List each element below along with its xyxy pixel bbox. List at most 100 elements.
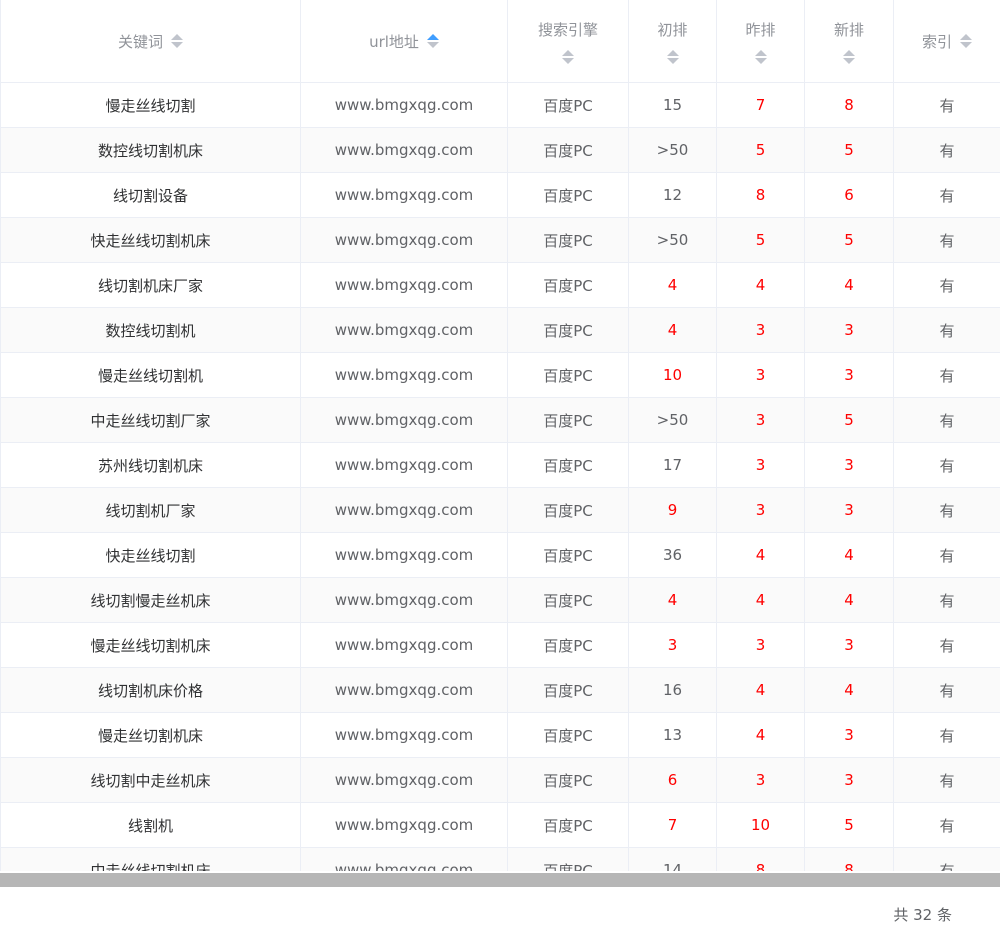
cell-initial-rank: 6	[628, 757, 717, 803]
cell-yesterday-rank: 3	[716, 622, 805, 668]
column-header-yesterday-rank[interactable]: 昨排	[716, 0, 805, 83]
cell-engine: 百度PC	[507, 397, 629, 443]
cell-index: 有	[893, 82, 1000, 128]
column-header-new-rank[interactable]: 新排	[804, 0, 894, 83]
column-header-url[interactable]: url地址	[300, 0, 508, 83]
cell-keyword: 中走丝线切割厂家	[0, 397, 301, 443]
sort-icon[interactable]	[754, 49, 767, 64]
cell-keyword: 线切割机床厂家	[0, 262, 301, 308]
scrollbar-thumb[interactable]	[0, 873, 1000, 887]
cell-keyword: 线切割机厂家	[0, 487, 301, 533]
cell-new-rank: 4	[804, 532, 894, 578]
cell-engine: 百度PC	[507, 442, 629, 488]
column-label-url: url地址	[369, 32, 419, 51]
cell-new-rank: 5	[804, 127, 894, 173]
cell-index: 有	[893, 712, 1000, 758]
cell-engine: 百度PC	[507, 802, 629, 848]
cell-yesterday-rank: 4	[716, 577, 805, 623]
table-header-row: 关键词 url地址 搜索引擎 初排 昨排 新排 索引	[0, 0, 1000, 83]
table-row[interactable]: 线切割机厂家 www.bmgxqg.com 百度PC 9 3 3 有	[0, 487, 1000, 533]
cell-initial-rank: 4	[628, 307, 717, 353]
cell-new-rank: 3	[804, 487, 894, 533]
sort-icon[interactable]	[562, 49, 574, 64]
cell-url: www.bmgxqg.com	[300, 127, 508, 173]
column-label-engine: 搜索引擎	[537, 20, 598, 39]
cell-engine: 百度PC	[507, 532, 629, 578]
cell-keyword: 快走丝线切割	[0, 532, 301, 578]
cell-index: 有	[893, 532, 1000, 578]
cell-yesterday-rank: 3	[716, 352, 805, 398]
cell-initial-rank: 13	[628, 712, 717, 758]
table-row[interactable]: 慢走丝切割机床 www.bmgxqg.com 百度PC 13 4 3 有	[0, 712, 1000, 758]
cell-yesterday-rank: 3	[716, 397, 805, 443]
cell-initial-rank: 7	[628, 802, 717, 848]
cell-url: www.bmgxqg.com	[300, 577, 508, 623]
cell-engine: 百度PC	[507, 622, 629, 668]
cell-keyword: 慢走丝线切割	[0, 82, 301, 128]
cell-url: www.bmgxqg.com	[300, 802, 508, 848]
table-row[interactable]: 线切割中走丝机床 www.bmgxqg.com 百度PC 6 3 3 有	[0, 757, 1000, 803]
cell-new-rank: 3	[804, 352, 894, 398]
cell-initial-rank: 10	[628, 352, 717, 398]
table-row[interactable]: 中走丝线切割机床 www.bmgxqg.com 百度PC 14 8 8 有	[0, 847, 1000, 871]
cell-engine: 百度PC	[507, 217, 629, 263]
cell-index: 有	[893, 442, 1000, 488]
cell-url: www.bmgxqg.com	[300, 442, 508, 488]
table-row[interactable]: 慢走丝线切割机床 www.bmgxqg.com 百度PC 3 3 3 有	[0, 622, 1000, 668]
sort-icon[interactable]	[960, 34, 972, 48]
cell-index: 有	[893, 847, 1000, 871]
cell-initial-rank: 15	[628, 82, 717, 128]
table-row[interactable]: 线切割设备 www.bmgxqg.com 百度PC 12 8 6 有	[0, 172, 1000, 218]
table-row[interactable]: 数控线切割机床 www.bmgxqg.com 百度PC >50 5 5 有	[0, 127, 1000, 173]
horizontal-scrollbar[interactable]	[0, 871, 1000, 889]
cell-url: www.bmgxqg.com	[300, 847, 508, 871]
cell-yesterday-rank: 3	[716, 487, 805, 533]
cell-new-rank: 3	[804, 442, 894, 488]
column-header-keyword[interactable]: 关键词	[0, 0, 301, 83]
cell-new-rank: 8	[804, 847, 894, 871]
table-row[interactable]: 线割机 www.bmgxqg.com 百度PC 7 10 5 有	[0, 802, 1000, 848]
table-row[interactable]: 线切割机床价格 www.bmgxqg.com 百度PC 16 4 4 有	[0, 667, 1000, 713]
sort-icon[interactable]	[666, 49, 679, 64]
table-row[interactable]: 线切割机床厂家 www.bmgxqg.com 百度PC 4 4 4 有	[0, 262, 1000, 308]
cell-engine: 百度PC	[507, 262, 629, 308]
column-header-engine[interactable]: 搜索引擎	[507, 0, 629, 83]
table-row[interactable]: 慢走丝线切割 www.bmgxqg.com 百度PC 15 7 8 有	[0, 82, 1000, 128]
cell-yesterday-rank: 3	[716, 307, 805, 353]
cell-yesterday-rank: 4	[716, 262, 805, 308]
cell-initial-rank: 16	[628, 667, 717, 713]
column-header-initial-rank[interactable]: 初排	[628, 0, 717, 83]
cell-initial-rank: >50	[628, 127, 717, 173]
sort-icon[interactable]	[171, 34, 183, 48]
cell-url: www.bmgxqg.com	[300, 622, 508, 668]
table-row[interactable]: 快走丝线切割机床 www.bmgxqg.com 百度PC >50 5 5 有	[0, 217, 1000, 263]
cell-keyword: 数控线切割机床	[0, 127, 301, 173]
cell-new-rank: 6	[804, 172, 894, 218]
cell-new-rank: 8	[804, 82, 894, 128]
cell-yesterday-rank: 3	[716, 757, 805, 803]
ranking-table: 关键词 url地址 搜索引擎 初排 昨排 新排 索引 慢走丝线切割 www.bm…	[0, 0, 1000, 871]
cell-index: 有	[893, 577, 1000, 623]
cell-url: www.bmgxqg.com	[300, 217, 508, 263]
cell-yesterday-rank: 8	[716, 172, 805, 218]
table-row[interactable]: 快走丝线切割 www.bmgxqg.com 百度PC 36 4 4 有	[0, 532, 1000, 578]
cell-initial-rank: 17	[628, 442, 717, 488]
cell-engine: 百度PC	[507, 307, 629, 353]
column-header-index[interactable]: 索引	[893, 0, 1000, 83]
table-row[interactable]: 数控线切割机 www.bmgxqg.com 百度PC 4 3 3 有	[0, 307, 1000, 353]
table-row[interactable]: 苏州线切割机床 www.bmgxqg.com 百度PC 17 3 3 有	[0, 442, 1000, 488]
column-label-yesterday-rank: 昨排	[745, 20, 776, 39]
cell-url: www.bmgxqg.com	[300, 172, 508, 218]
cell-index: 有	[893, 397, 1000, 443]
sort-icon[interactable]	[843, 49, 855, 64]
cell-new-rank: 3	[804, 622, 894, 668]
sort-ascending-active-icon[interactable]	[426, 34, 439, 48]
cell-new-rank: 3	[804, 307, 894, 353]
cell-keyword: 慢走丝切割机床	[0, 712, 301, 758]
cell-keyword: 线切割慢走丝机床	[0, 577, 301, 623]
table-row[interactable]: 中走丝线切割厂家 www.bmgxqg.com 百度PC >50 3 5 有	[0, 397, 1000, 443]
cell-engine: 百度PC	[507, 577, 629, 623]
table-row[interactable]: 线切割慢走丝机床 www.bmgxqg.com 百度PC 4 4 4 有	[0, 577, 1000, 623]
table-row[interactable]: 慢走丝线切割机 www.bmgxqg.com 百度PC 10 3 3 有	[0, 352, 1000, 398]
cell-new-rank: 5	[804, 802, 894, 848]
